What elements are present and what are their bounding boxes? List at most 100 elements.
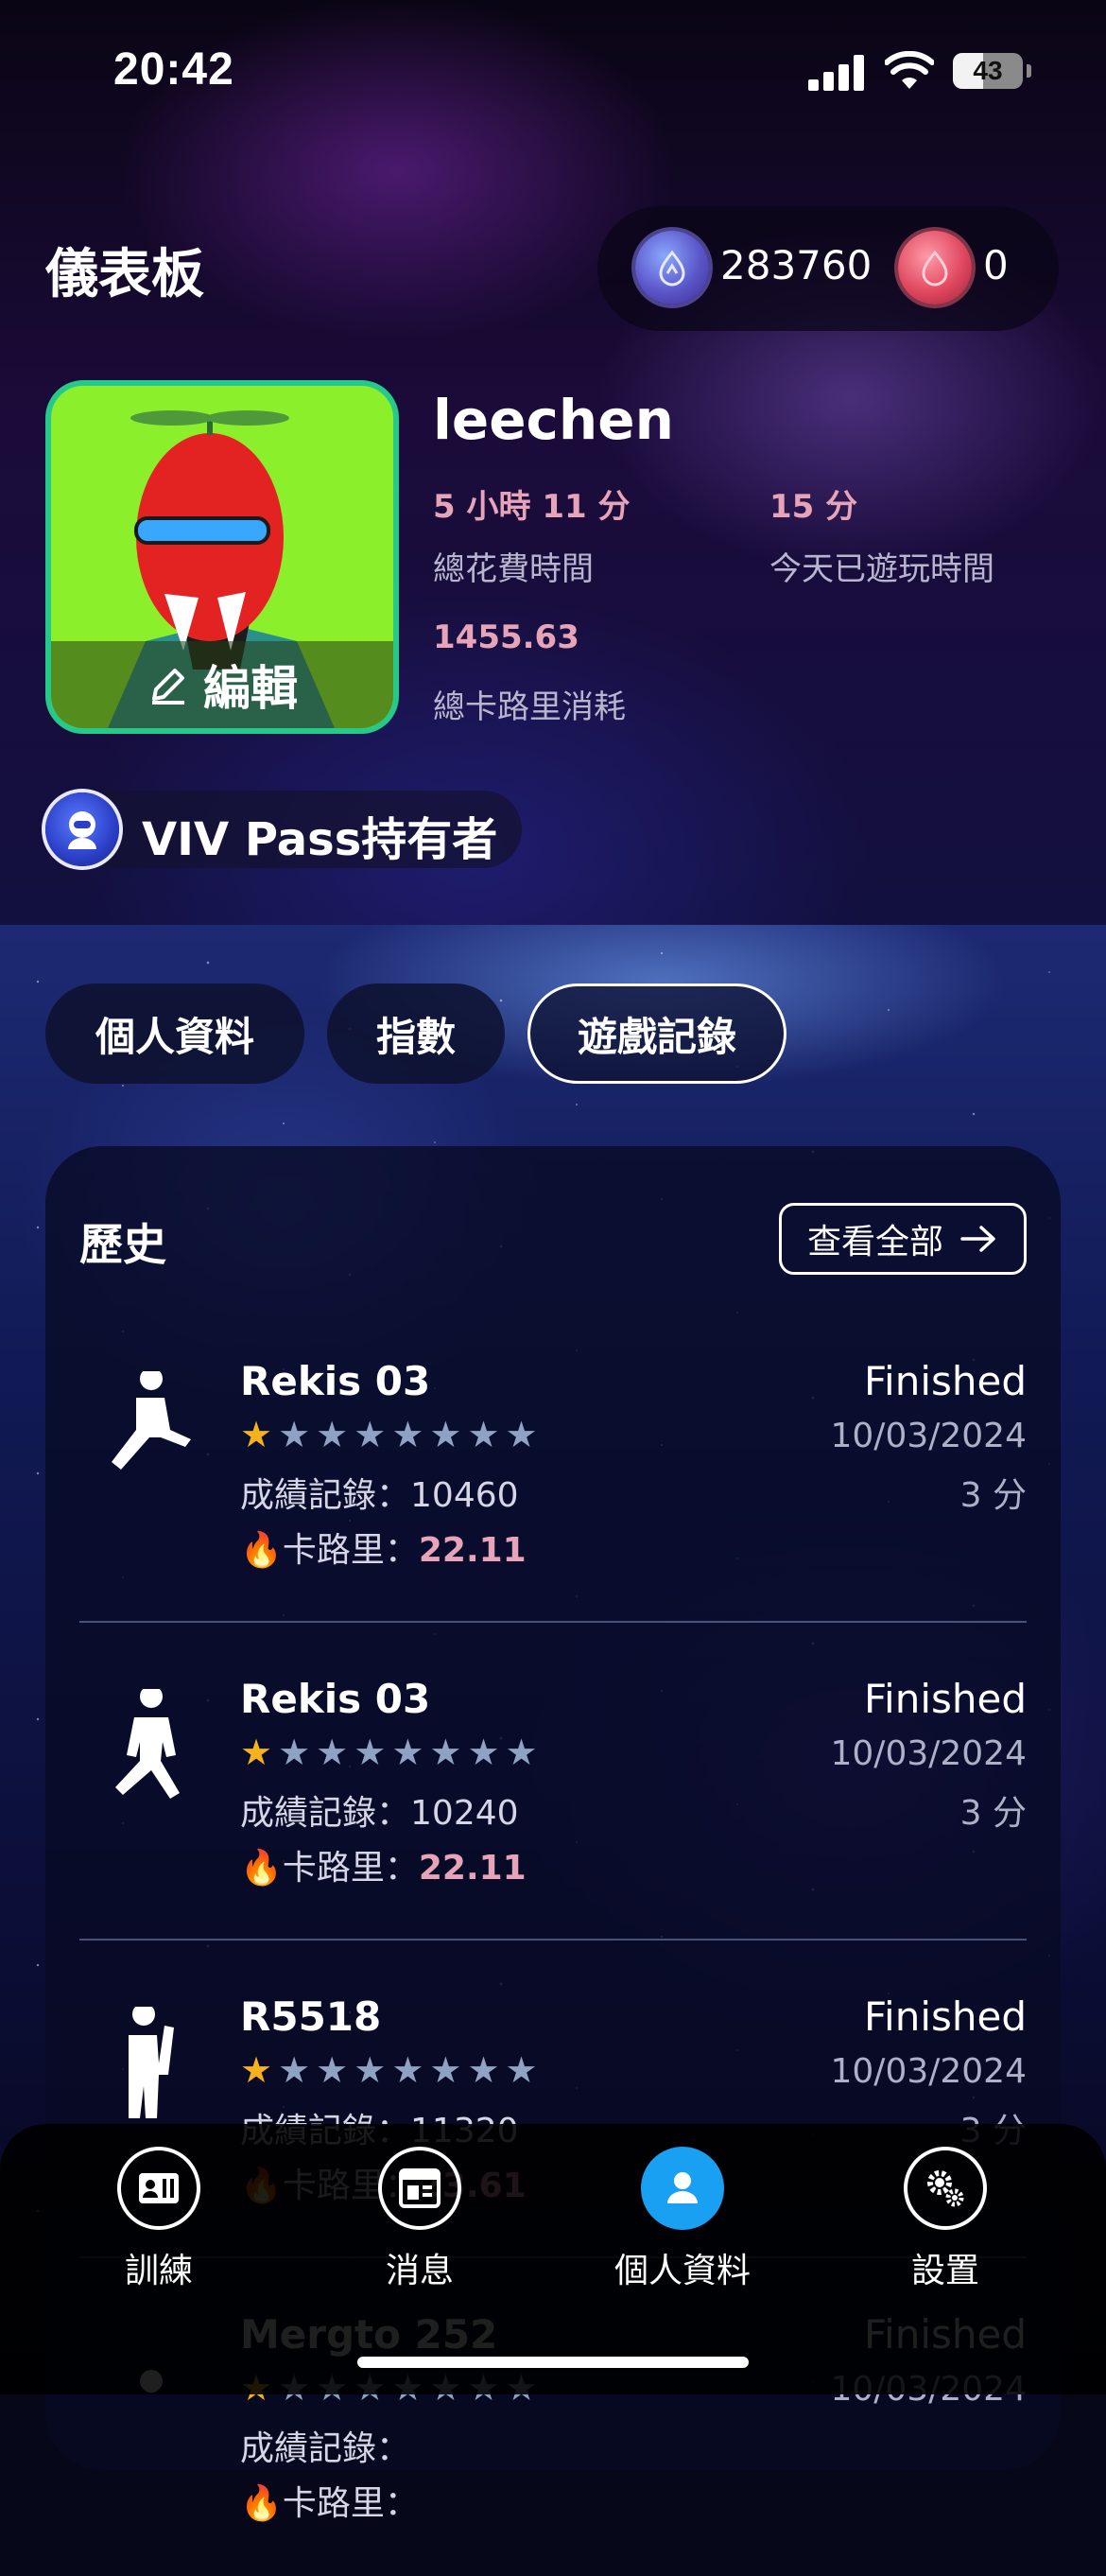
nav-label: 訓練 [124,2252,193,2290]
exercise-pose-icon [112,1371,191,1470]
star-empty-icon: ★ [467,2049,500,2091]
star-filled-icon: ★ [240,1414,273,1455]
star-empty-icon: ★ [354,1414,387,1455]
star-empty-icon: ★ [505,1732,538,1773]
calories-row: 🔥卡路里：22.11 [240,1840,527,1889]
calories-label: 總卡路里消耗 [433,688,626,726]
star-empty-icon: ★ [429,1414,462,1455]
status-text: Finished [863,1358,1027,1404]
nav-icon-wrap [378,2147,461,2230]
tab-label: 指數 [375,1013,456,1060]
star-empty-icon: ★ [505,1414,538,1455]
score-record: 成績記錄：10240 [240,1785,519,1835]
view-all-button[interactable]: 查看全部 [779,1203,1027,1275]
total-time-value: 5 小時 11 分 [433,488,631,526]
star-empty-icon: ★ [467,1732,500,1773]
tab-index[interactable]: 指數 [327,983,505,1084]
nav-icon-wrap [641,2147,724,2230]
date-text: 10/03/2024 [830,2052,1028,2091]
star-filled-icon: ★ [240,1732,273,1773]
tab-profile[interactable]: 個人資料 [45,983,304,1084]
flame-icon: 🔥 [240,1849,283,1888]
edit-avatar-button[interactable]: 編輯 [51,641,393,728]
robot-icon [45,792,119,866]
tab-label: 個人資料 [95,1013,254,1060]
nav-profile[interactable]: 個人資料 [579,2147,786,2290]
signal-icon [808,55,865,91]
duration-text: 3 分 [959,1794,1027,1833]
star-empty-icon: ★ [354,2049,387,2091]
edit-label: 編輯 [203,661,298,716]
star-empty-icon: ★ [316,2049,349,2091]
score-prefix: 成績記錄： [240,2429,411,2468]
score-prefix: 成績記錄： [240,1794,411,1833]
star-empty-icon: ★ [467,1414,500,1455]
star-empty-icon: ★ [278,1732,311,1773]
ruby-coin-icon [898,231,972,305]
nav-label: 個人資料 [613,2252,751,2290]
exercise-pose-icon [115,1689,180,1799]
score-prefix: 成績記錄： [240,1476,411,1515]
nav-settings[interactable]: 設置 [841,2147,1049,2290]
calorie-prefix: 卡路里： [282,2484,419,2523]
score-value: 10460 [410,1476,519,1515]
rating-stars: ★★★★★★★★ [240,1417,538,1453]
total-time-label: 總花費時間 [433,550,594,588]
tab-game-records[interactable]: 遊戲記錄 [527,983,786,1084]
history-title: 歷史 [79,1219,166,1270]
rating-stars: ★★★★★★★★ [240,2052,538,2088]
star-empty-icon: ★ [391,2049,424,2091]
date-text: 10/03/2024 [830,1734,1028,1773]
flame-icon: 🔥 [240,1531,283,1570]
battery-level: 43 [973,56,1003,85]
id-card-icon [139,2173,179,2203]
wifi-icon [885,51,934,89]
game-name: Rekis 03 [240,1358,431,1404]
today-time-label: 今天已遊玩時間 [769,550,994,588]
ruby-balance: 0 [983,242,1009,288]
gem-coin-icon [635,231,709,305]
star-empty-icon: ★ [429,1732,462,1773]
calories-row: 🔥卡路里： [240,2476,419,2525]
today-time-value: 15 分 [769,488,858,526]
star-empty-icon: ★ [505,2049,538,2091]
star-empty-icon: ★ [391,1414,424,1455]
nav-news[interactable]: 消息 [316,2147,524,2290]
score-value: 10240 [410,1794,519,1833]
arrow-right-icon [960,1226,995,1252]
gears-icon [927,2170,964,2207]
home-indicator [357,2357,749,2368]
nav-icon-wrap [117,2147,200,2230]
battery-icon: 43 [953,53,1023,89]
calorie-value: 22.11 [418,1531,527,1570]
game-name: R5518 [240,1993,382,2040]
star-empty-icon: ★ [278,1414,311,1455]
status-text: Finished [863,1993,1027,2040]
status-text: Finished [863,1676,1027,1722]
history-row[interactable]: Rekis 03 ★ ★ ★ ★ ★ ★ ★ ★ 成績記錄：10240 🔥卡路里：22.11 Fini… [79,1623,1027,1941]
vip-pass-label: VIV Pass持有者 [142,813,498,866]
score-record: 成績記錄：10460 [240,1468,519,1517]
calories-value: 1455.63 [433,618,579,656]
star-empty-icon: ★ [278,2049,311,2091]
exercise-pose-icon [129,2007,174,2118]
avatar[interactable]: 編輯 [45,380,399,734]
person-icon [667,2172,698,2203]
calories-row: 🔥卡路里：22.11 [240,1523,527,1572]
star-empty-icon: ★ [429,2049,462,2091]
star-empty-icon: ★ [354,1732,387,1773]
status-time: 20:42 [113,44,234,95]
rating-stars: ★★★★★★★★ [240,1734,538,1770]
calorie-prefix: 卡路里： [282,1849,419,1888]
page-title: 儀表板 [45,244,204,305]
nav-label: 設置 [910,2252,979,2290]
gem-balance: 283760 [720,242,873,288]
nav-training[interactable]: 訓練 [55,2147,263,2290]
view-all-label: 查看全部 [806,1223,943,1262]
history-row[interactable]: Rekis 03 ★ ★ ★ ★ ★ ★ ★ ★ 成績記錄：10460 🔥卡路里：22.11 Fini… [79,1305,1027,1623]
calorie-value: 22.11 [418,1849,527,1888]
news-icon [399,2168,441,2208]
nav-label: 消息 [385,2252,454,2290]
star-empty-icon: ★ [316,1732,349,1773]
pencil-icon [152,669,184,705]
